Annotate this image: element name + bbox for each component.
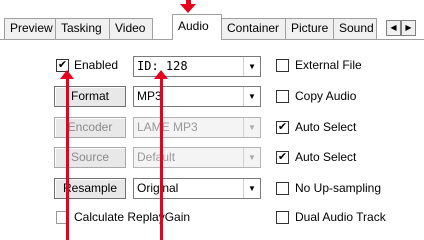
auto-select-source-checkbox[interactable]: ✔ bbox=[276, 151, 289, 164]
chevron-down-icon: ▼ bbox=[243, 87, 260, 106]
chevron-down-icon: ▼ bbox=[243, 57, 260, 76]
arrow-up-icon bbox=[154, 70, 168, 79]
track-id-select[interactable]: ID: 128 ▼ bbox=[133, 56, 261, 77]
tab-scroll-right-icon[interactable]: ▶ bbox=[401, 20, 416, 36]
resample-select[interactable]: Original ▼ bbox=[133, 178, 261, 199]
auto-select-source-label: Auto Select bbox=[295, 150, 357, 164]
arrow-down-icon bbox=[180, 4, 196, 13]
source-value: Default bbox=[137, 150, 176, 164]
tab-scroll-left-icon[interactable]: ◀ bbox=[386, 20, 401, 36]
calculate-replaygain-label: Calculate ReplayGain bbox=[74, 210, 191, 224]
tab-preview[interactable]: Preview bbox=[4, 18, 56, 39]
tab-container[interactable]: Container bbox=[221, 18, 286, 39]
format-value: MP3 bbox=[137, 89, 162, 103]
resample-button[interactable]: Resample bbox=[54, 178, 126, 199]
copy-audio-label: Copy Audio bbox=[295, 89, 357, 103]
tab-audio[interactable]: Audio bbox=[172, 14, 222, 40]
auto-select-encoder-checkbox[interactable]: ✔ bbox=[276, 121, 289, 134]
no-upsampling-label: No Up-sampling bbox=[295, 181, 382, 195]
auto-select-encoder-label: Auto Select bbox=[295, 120, 357, 134]
tab-tasking[interactable]: Tasking bbox=[55, 18, 110, 39]
tab-sound[interactable]: Sound bbox=[333, 18, 377, 39]
copy-audio-checkbox[interactable] bbox=[276, 90, 289, 103]
external-file-label: External File bbox=[295, 58, 362, 72]
source-button[interactable]: Source bbox=[54, 147, 126, 168]
arrow-up-icon bbox=[60, 70, 74, 79]
chevron-down-icon: ▼ bbox=[243, 179, 260, 198]
format-button[interactable]: Format bbox=[54, 86, 126, 107]
annotation-arrow-track-id bbox=[160, 77, 163, 240]
chevron-down-icon: ▼ bbox=[243, 118, 260, 137]
encoder-select[interactable]: LAME MP3 ▼ bbox=[133, 117, 261, 138]
encoder-value: LAME MP3 bbox=[137, 120, 198, 134]
chevron-down-icon: ▼ bbox=[243, 148, 260, 167]
annotation-arrow-enabled bbox=[66, 77, 69, 240]
dual-audio-track-label: Dual Audio Track bbox=[295, 210, 386, 224]
resample-value: Original bbox=[137, 181, 179, 195]
encoder-button[interactable]: Encoder bbox=[54, 117, 126, 138]
enabled-label: Enabled bbox=[74, 58, 119, 72]
tab-picture[interactable]: Picture bbox=[285, 18, 334, 39]
tab-video[interactable]: Video bbox=[109, 18, 153, 39]
dual-audio-track-checkbox[interactable] bbox=[276, 211, 289, 224]
no-upsampling-checkbox[interactable] bbox=[276, 182, 289, 195]
source-select[interactable]: Default ▼ bbox=[133, 147, 261, 168]
external-file-checkbox[interactable] bbox=[276, 59, 289, 72]
format-select[interactable]: MP3 ▼ bbox=[133, 86, 261, 107]
